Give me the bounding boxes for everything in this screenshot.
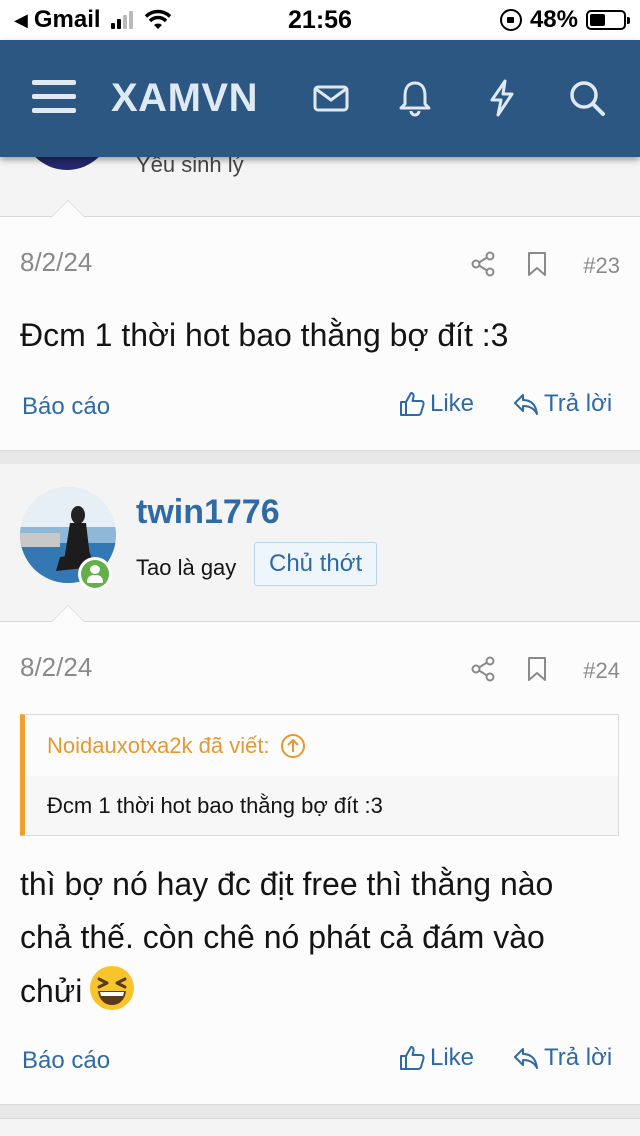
post-date[interactable]: 8/2/24 xyxy=(20,247,92,278)
report-link[interactable]: Báo cáo xyxy=(22,393,110,421)
post-message: Đcm 1 thời hot bao thằng bợ đít :3 xyxy=(20,317,509,353)
user-strip-twin1776: twin1776 Tao là gay Chủ thớt xyxy=(0,464,640,621)
reply-label: Trả lời xyxy=(544,390,613,417)
post-number[interactable]: #23 xyxy=(583,253,620,279)
post-pointer xyxy=(51,200,85,217)
like-label: Like xyxy=(430,1044,475,1071)
post-23: 8/2/24 #23 Đcm 1 thời hot bao thằng bợ đ… xyxy=(0,216,640,451)
battery-percent: 48% xyxy=(529,6,578,33)
post-24: 8/2/24 #24 Noidauxotxa2k đã viết: Đcm 1 … xyxy=(0,621,640,1105)
user-title: Tao là gay xyxy=(136,555,237,580)
like-label: Like xyxy=(430,390,475,417)
rotation-lock-icon xyxy=(499,9,522,31)
bookmark-icon[interactable] xyxy=(524,656,550,682)
share-icon[interactable] xyxy=(470,251,496,277)
post-pointer xyxy=(51,605,85,622)
status-right: 48% xyxy=(499,6,630,34)
reply-icon xyxy=(514,1048,538,1069)
bookmark-icon[interactable] xyxy=(524,251,550,277)
next-user-strip xyxy=(0,1118,640,1136)
quote-block: Noidauxotxa2k đã viết: Đcm 1 thời hot ba… xyxy=(20,714,619,836)
grinning-squinting-face-icon xyxy=(90,966,135,1010)
report-link[interactable]: Báo cáo xyxy=(22,1047,110,1075)
mail-icon[interactable] xyxy=(311,78,351,118)
search-icon[interactable] xyxy=(567,78,607,118)
top-navbar: XAMVN xyxy=(0,40,640,157)
quote-author: Noidauxotxa2k đã viết: xyxy=(47,733,270,758)
reply-label: Trả lời xyxy=(544,1044,613,1071)
share-icon[interactable] xyxy=(470,656,496,682)
reply-button[interactable]: Trả lời xyxy=(512,1044,612,1072)
online-status-icon xyxy=(78,557,112,591)
quote-text: Đcm 1 thời hot bao thằng bợ đít :3 xyxy=(47,793,383,818)
site-logo[interactable]: XAMVN xyxy=(111,76,258,121)
like-button[interactable]: Like xyxy=(398,390,474,418)
thumbs-up-icon xyxy=(400,1046,425,1070)
quote-header: Noidauxotxa2k đã viết: xyxy=(25,715,618,776)
arrow-up-circle-icon[interactable] xyxy=(280,733,306,759)
thread-starter-badge: Chủ thớt xyxy=(254,542,378,586)
lightning-icon[interactable] xyxy=(482,78,522,118)
post-date[interactable]: 8/2/24 xyxy=(20,652,92,683)
thumbs-up-icon xyxy=(400,392,425,416)
menu-icon[interactable] xyxy=(32,80,76,114)
post-message: thì bợ nó hay đc địt free thì thằng nào … xyxy=(20,858,580,1018)
bell-icon[interactable] xyxy=(395,78,435,118)
like-button[interactable]: Like xyxy=(398,1044,474,1072)
reply-button[interactable]: Trả lời xyxy=(512,390,612,418)
thread-content: Yêu sinh lý 8/2/24 #23 Đcm 1 thời hot ba… xyxy=(0,40,640,1136)
username[interactable]: twin1776 xyxy=(136,493,280,532)
post-number[interactable]: #24 xyxy=(583,658,620,684)
battery-icon xyxy=(586,10,630,30)
status-bar: ◀ Gmail 21:56 48% xyxy=(0,0,640,40)
reply-icon xyxy=(514,394,538,415)
quote-author-link[interactable]: Noidauxotxa2k đã viết: xyxy=(47,733,306,759)
